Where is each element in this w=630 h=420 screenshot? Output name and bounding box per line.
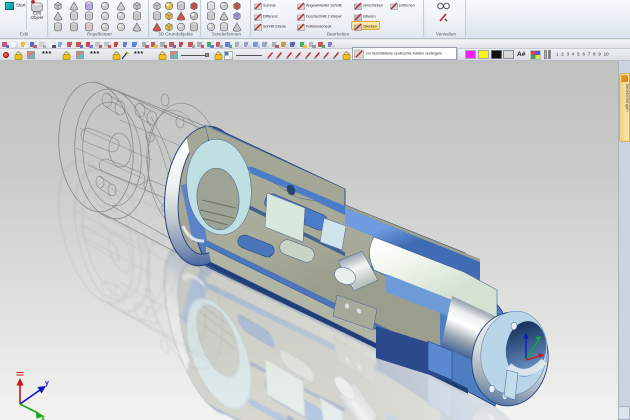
svg-text:y: y [45,380,49,387]
svg-text:x: x [41,415,45,420]
